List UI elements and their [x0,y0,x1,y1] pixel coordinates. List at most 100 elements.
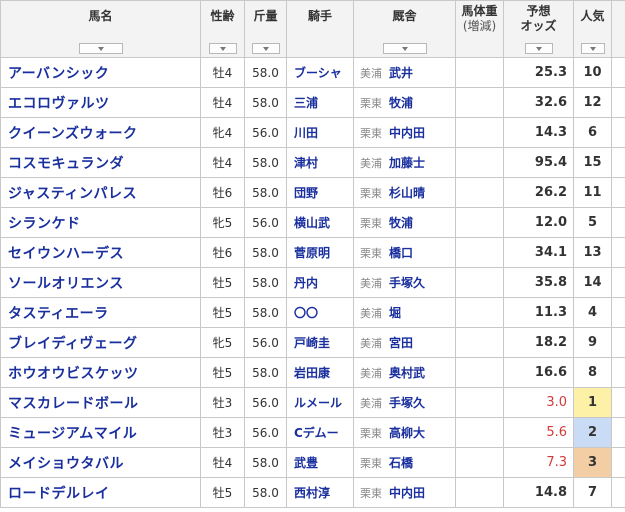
jockey-link[interactable]: 岩田康 [286,357,354,388]
sort-popularity-button[interactable] [580,43,605,54]
row-checkbox-cell[interactable] [0,207,1,238]
horse-name-cell: メイショウタバル [0,447,201,478]
sort-stable-button[interactable] [382,43,427,54]
horse-name-link[interactable]: ソールオリエンス [8,276,124,292]
popularity-rank: 11 [573,177,612,208]
table-row: ジャスティンパレス 牡6 58.0 団野 栗東 杉山晴 26.2 11 [0,177,625,208]
trainer-link[interactable]: 手塚久 [389,276,425,290]
stable-cell: 美浦 奥村武 [353,357,456,388]
horse-name-link[interactable]: ロードデルレイ [8,486,110,502]
popularity-rank: 6 [573,117,612,148]
trainer-link[interactable]: 手塚久 [389,396,425,410]
jockey-link[interactable]: 西村淳 [286,477,354,508]
predicted-odds: 25.3 [503,57,574,88]
stable-region: 美浦 [360,337,382,350]
jockey-link[interactable]: ブーシャ [286,57,354,88]
row-overflow [611,147,625,178]
jockey-link[interactable]: 横山武 [286,207,354,238]
horse-name-link[interactable]: タスティエーラ [8,306,109,322]
row-checkbox-cell[interactable] [0,447,1,478]
stable-region: 美浦 [360,397,382,410]
table-row: マスカレードボール 牡3 56.0 ルメール 美浦 手塚久 3.0 1 [0,387,625,418]
trainer-link[interactable]: 中内田 [389,126,425,140]
body-weight [455,327,504,358]
trainer-link[interactable]: 武井 [389,66,413,80]
trainer-link[interactable]: 橋口 [389,246,413,260]
trainer-link[interactable]: 中内田 [389,486,425,500]
row-checkbox-cell[interactable] [0,237,1,268]
sort-name-button[interactable] [78,43,123,54]
horse-name-link[interactable]: コスモキュランダ [8,156,124,172]
predicted-odds: 14.8 [503,477,574,508]
jockey-link[interactable]: 三浦 [286,87,354,118]
chevron-down-icon [97,46,104,51]
horse-name-link[interactable]: エコロヴァルツ [8,96,110,112]
horse-name-cell: タスティエーラ [0,297,201,328]
row-checkbox-cell[interactable] [0,267,1,298]
sex-age: 牡4 [200,447,245,478]
body-weight [455,87,504,118]
horse-name-link[interactable]: ホウオウビスケッツ [8,366,139,382]
row-checkbox-cell[interactable] [0,297,1,328]
predicted-odds: 18.2 [503,327,574,358]
row-overflow [611,447,625,478]
sort-weight-button[interactable] [251,43,280,54]
trainer-link[interactable]: 牧浦 [389,96,413,110]
stable-cell: 栗東 杉山晴 [353,177,456,208]
horse-name-link[interactable]: アーバンシック [8,66,109,82]
horse-name-cell: ソールオリエンス [0,267,201,298]
jockey-link[interactable]: 菅原明 [286,237,354,268]
stable-cell: 美浦堀 [353,297,456,328]
row-checkbox-cell[interactable] [0,417,1,448]
jockey-link[interactable]: 丹内 [286,267,354,298]
jockey-link[interactable]: 武豊 [286,447,354,478]
row-checkbox-cell[interactable] [0,177,1,208]
jockey-link[interactable]: 津村 [286,147,354,178]
trainer-link[interactable]: 杉山晴 [389,186,425,200]
jockey-link[interactable]: 川田 [286,117,354,148]
trainer-link[interactable]: 堀 [389,306,401,320]
row-overflow [611,357,625,388]
horse-name-link[interactable]: クイーンズウォーク [8,126,138,142]
sex-age: 牡5 [200,297,245,328]
jockey-link[interactable]: 団野 [286,177,354,208]
stable-cell: 美浦 宮田 [353,327,456,358]
header-name: 馬名 [0,0,201,58]
trainer-link[interactable]: 高柳大 [389,426,425,440]
jockey-link[interactable]: 〇〇 [286,297,354,328]
stable-region: 栗東 [360,247,382,260]
trainer-link[interactable]: 加藤士 [389,156,425,170]
trainer-link[interactable]: 奥村武 [389,366,425,380]
horse-name-link[interactable]: ジャスティンパレス [8,186,137,202]
row-checkbox-cell[interactable] [0,387,1,418]
row-overflow [611,87,625,118]
jockey-link[interactable]: ルメール [286,387,354,418]
horse-name-link[interactable]: シランケド [8,216,81,232]
row-checkbox-cell[interactable] [0,357,1,388]
sort-sexage-button[interactable] [208,43,237,54]
trainer-link[interactable]: 石橋 [389,456,413,470]
carried-weight: 58.0 [244,87,287,118]
jockey-link[interactable]: 戸崎圭 [286,327,354,358]
horse-name-link[interactable]: マスカレードボール [8,396,139,412]
row-checkbox-cell[interactable] [0,117,1,148]
horse-name-link[interactable]: メイショウタバル [8,456,124,472]
stable-region: 美浦 [360,67,382,80]
carried-weight: 56.0 [244,417,287,448]
trainer-link[interactable]: 牧浦 [389,216,413,230]
sort-odds-button[interactable] [524,43,553,54]
popularity-rank: 3 [573,447,612,478]
body-weight [455,177,504,208]
row-checkbox-cell[interactable] [0,57,1,88]
trainer-link[interactable]: 宮田 [389,336,413,350]
chevron-down-icon [219,46,226,51]
row-checkbox-cell[interactable] [0,327,1,358]
horse-name-link[interactable]: セイウンハーデス [8,246,124,262]
horse-name-link[interactable]: ブレイディヴェーグ [8,336,138,352]
jockey-link[interactable]: Cデムー [286,417,354,448]
popularity-rank: 8 [573,357,612,388]
horse-name-link[interactable]: ミュージアムマイル [8,426,137,442]
row-checkbox-cell[interactable] [0,477,1,508]
row-checkbox-cell[interactable] [0,87,1,118]
row-checkbox-cell[interactable] [0,147,1,178]
